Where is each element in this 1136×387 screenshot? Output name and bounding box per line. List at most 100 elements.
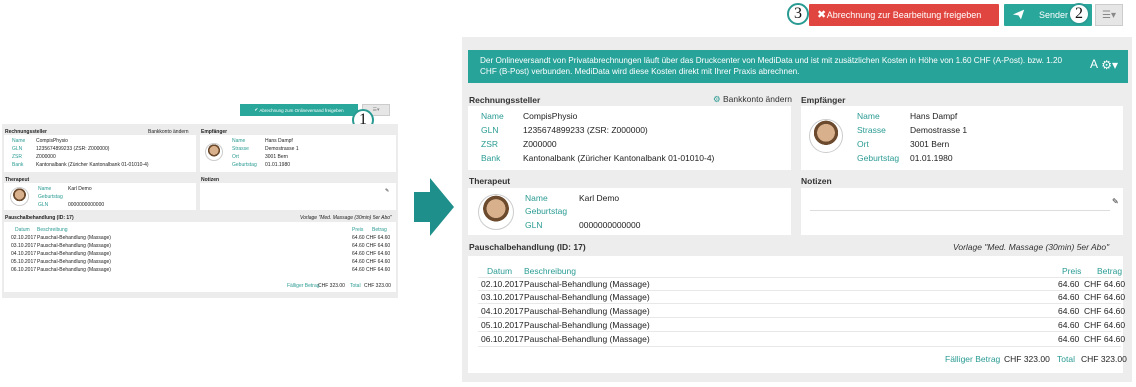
recipient-label-street: Strasse — [857, 125, 886, 135]
small-row-2-price: 64.60 — [352, 251, 365, 257]
therapist-label-gln: GLN — [525, 220, 543, 230]
small-therapist-label-birthday: Geburtstag — [38, 194, 63, 200]
release-invoice-label: Abrechnung zur Bearbeitung freigeben — [826, 10, 982, 20]
notes-line — [810, 210, 1110, 211]
biller-gln: 1235674899233 (ZSR: Z000000) — [523, 125, 648, 135]
row-1-date: 03.10.2017 — [481, 292, 524, 302]
row-0-amount: CHF 64.60 — [1084, 279, 1126, 289]
small-recipient-label-birthday: Geburtstag — [232, 162, 257, 168]
biller-label-bank: Bank — [481, 153, 501, 163]
small-recipient-label-street: Strasse — [232, 146, 249, 152]
small-row-2-desc: Pauschal-Behandlung (Massage) — [37, 251, 111, 257]
row-4-desc: Pauschal-Behandlung (Massage) — [524, 334, 650, 344]
biller-label-name: Name — [481, 111, 504, 121]
recipient-birthday: 01.01.1980 — [910, 153, 953, 163]
row-4-amount: CHF 64.60 — [1084, 334, 1126, 344]
row-1-desc: Pauschal-Behandlung (Massage) — [524, 292, 650, 302]
small-therapist-label-name: Name — [38, 186, 52, 192]
therapist-gln: 0000000000000 — [579, 220, 641, 230]
change-bank-label: Bankkonto ändern — [723, 94, 792, 104]
small-row-2-amount: CHF 64.60 — [366, 251, 391, 257]
due-value: CHF 323.00 — [1004, 354, 1050, 364]
small-due-label: Fälliger Betrag — [287, 283, 320, 289]
small-therapist-avatar — [10, 187, 29, 206]
therapist-name: Karl Demo — [579, 193, 620, 203]
small-therapist-label-gln: GLN — [38, 202, 49, 208]
send-online-label: Abrechnung zum Onlineversand freigeben — [259, 107, 344, 113]
small-row-1-date: 03.10.2017 — [11, 243, 37, 249]
row-4-date: 06.10.2017 — [481, 334, 524, 344]
small-row-1-amount: CHF 64.60 — [366, 243, 391, 249]
notes-box[interactable] — [801, 188, 1123, 235]
small-row-4-amount: CHF 64.60 — [366, 267, 391, 273]
therapist-avatar — [478, 194, 514, 230]
small-due-value: CHF 323.00 — [318, 283, 345, 289]
biller-zsr: Z000000 — [523, 139, 557, 149]
recipient-label-birthday: Geburtstag — [857, 153, 900, 163]
small-row-4-date: 06.10.2017 — [11, 267, 37, 273]
small-row-1-desc: Pauschal-Behandlung (Massage) — [37, 243, 111, 249]
small-flatrate-template: Vorlage "Med. Massage (30min) 5er Abo" — [300, 215, 392, 221]
col-price: Preis — [1062, 266, 1082, 276]
recipient-title: Empfänger — [801, 95, 846, 105]
therapist-label-birthday: Geburtstag — [525, 206, 568, 216]
recipient-street: Demostrasse 1 — [910, 125, 968, 135]
recipient-box — [801, 106, 1123, 170]
row-0-price: 64.60 — [1058, 279, 1080, 289]
row-4-price: 64.60 — [1058, 334, 1080, 344]
release-invoice-button[interactable]: ✖ Abrechnung zur Bearbeitung freigeben — [809, 4, 999, 26]
row-3-amount: CHF 64.60 — [1084, 320, 1126, 330]
biller-title: Rechnungssteller — [469, 95, 541, 105]
recipient-label-name: Name — [857, 111, 880, 121]
arrow-right-icon — [414, 178, 454, 236]
small-biller-gln: 1235674899233 (ZSR: Z000000) — [36, 146, 110, 152]
small-recipient-label-name: Name — [232, 138, 246, 144]
paper-plane-icon — [1012, 9, 1025, 20]
small-total-value: CHF 323.00 — [364, 283, 391, 289]
small-biller-bank: Kantonalbank (Züricher Kantonalbank 01-0… — [36, 162, 149, 168]
small-row-3-desc: Pauschal-Behandlung (Massage) — [37, 259, 111, 265]
small-therapist-gln: 0000000000000 — [68, 202, 105, 208]
row-0-date: 02.10.2017 — [481, 279, 524, 289]
due-label: Fälliger Betrag — [945, 354, 1001, 364]
font-size-icon[interactable]: A — [1090, 58, 1098, 70]
send-online-button[interactable]: ✔ Abrechnung zum Onlineversand freigeben — [240, 104, 358, 116]
flatrate-template: Vorlage "Med. Massage (30min) 5er Abo" — [953, 242, 1110, 252]
small-biller-label-name: Name — [12, 138, 26, 144]
recipient-avatar — [809, 119, 843, 153]
small-row-0-date: 02.10.2017 — [11, 235, 37, 241]
row-1-price: 64.60 — [1058, 292, 1080, 302]
biller-label-gln: GLN — [481, 125, 499, 135]
small-biller-label-gln: GLN — [12, 146, 23, 152]
row-2-price: 64.60 — [1058, 306, 1080, 316]
col-date: Datum — [487, 266, 513, 276]
recipient-label-city: Ort — [857, 139, 869, 149]
small-pencil-icon[interactable]: ✎ — [385, 188, 389, 194]
small-therapist-name: Karl Demo — [68, 186, 92, 192]
row-2-desc: Pauschal-Behandlung (Massage) — [524, 306, 650, 316]
marker-2: 2 — [1068, 3, 1090, 25]
gear-icon[interactable]: ⚙▾ — [1101, 59, 1118, 71]
change-bank-link[interactable]: ⚙ Bankkonto ändern — [713, 94, 792, 105]
pencil-icon[interactable]: ✎ — [1112, 197, 1119, 206]
small-biller-label-bank: Bank — [12, 162, 24, 168]
biller-name: CompisPhysio — [523, 111, 578, 121]
info-banner: Der Onlineversandt von Privatabrechnunge… — [468, 50, 1128, 83]
small-row-1-price: 64.60 — [352, 243, 365, 249]
small-recipient-name: Hans Dampf — [265, 138, 293, 144]
small-total-label: Total — [350, 283, 361, 289]
small-col-amount: Betrag — [372, 227, 387, 233]
biller-label-zsr: ZSR — [481, 139, 498, 149]
small-biller-name: CompisPhysio — [36, 138, 68, 144]
gear-icon: ⚙ — [713, 94, 721, 104]
recipient-city: 3001 Bern — [910, 139, 950, 149]
total-label: Total — [1057, 354, 1075, 364]
small-biller-zsr: Z000000 — [36, 154, 56, 160]
marker-3: 3 — [787, 3, 809, 25]
menu-dropdown-button[interactable]: ☰▾ — [1095, 4, 1123, 26]
notes-title: Notizen — [801, 176, 832, 186]
small-row-3-date: 05.10.2017 — [11, 259, 37, 265]
flatrate-title: Pauschalbehandlung (ID: 17) — [469, 242, 586, 252]
close-icon: ✖ — [817, 9, 827, 21]
small-recipient-label-city: Ort — [232, 154, 239, 160]
